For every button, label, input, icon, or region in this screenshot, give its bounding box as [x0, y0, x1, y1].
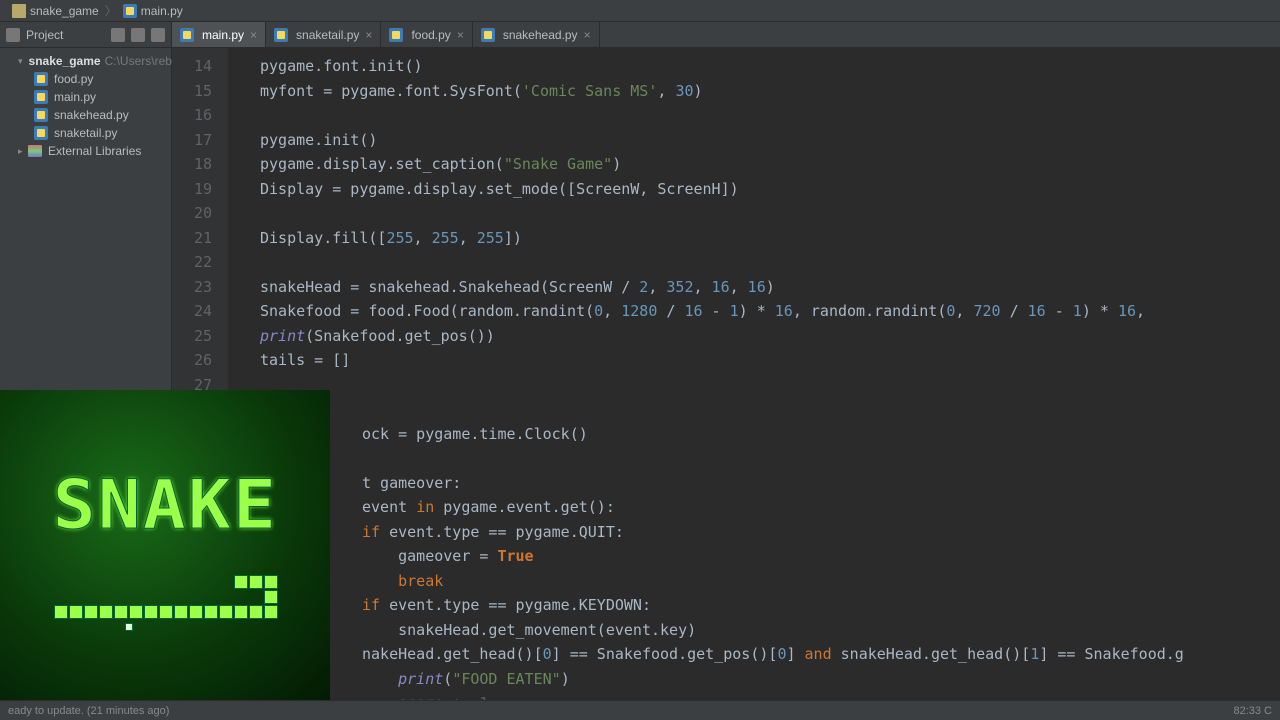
status-right: 82:33 C [1233, 705, 1272, 717]
snake-title: SNAKE [52, 466, 277, 545]
python-file-icon [274, 28, 288, 42]
tab-label: main.py [202, 28, 244, 42]
tree-external-label: External Libraries [48, 144, 141, 158]
project-tree[interactable]: ▾ snake_game C:\Users\rebba food.py main.… [0, 48, 171, 164]
breadcrumb-file[interactable]: main.py [119, 4, 187, 18]
editor-tab[interactable]: snaketail.py × [266, 22, 381, 47]
status-left: eady to update. (21 minutes ago) [8, 705, 169, 717]
hide-icon[interactable] [151, 28, 165, 42]
editor-tab[interactable]: food.py × [381, 22, 472, 47]
python-file-icon [34, 72, 48, 86]
sidebar-tool-label[interactable]: Project [26, 28, 63, 42]
code-content[interactable]: pygame.font.init()myfont = pygame.font.S… [228, 48, 1280, 700]
sidebar-toolbar: Project [0, 22, 171, 48]
editor-tab[interactable]: snakehead.py × [473, 22, 600, 47]
editor-tabs: main.py×snaketail.py×food.py×snakehead.p… [172, 22, 1280, 48]
tab-label: snakehead.py [503, 28, 578, 42]
breadcrumb-file-label: main.py [141, 4, 183, 18]
snake-game-overlay: SNAKE [0, 390, 330, 700]
tree-file[interactable]: snaketail.py [0, 124, 171, 142]
python-file-icon [389, 28, 403, 42]
tree-file[interactable]: main.py [0, 88, 171, 106]
breadcrumb-project[interactable]: snake_game [8, 4, 103, 18]
tab-label: snaketail.py [296, 28, 359, 42]
settings-icon[interactable] [131, 28, 145, 42]
tree-root[interactable]: ▾ snake_game C:\Users\rebba [0, 52, 171, 70]
tree-file-label: main.py [54, 90, 96, 104]
tree-file[interactable]: food.py [0, 70, 171, 88]
tree-file-label: snaketail.py [54, 126, 117, 140]
python-file-icon [34, 126, 48, 140]
code-editor[interactable]: 14 15 16 17 18 19 20 21 22 23 24 25 26 2… [172, 48, 1280, 700]
chevron-right-icon[interactable]: ▸ [18, 146, 28, 157]
collapse-icon[interactable] [111, 28, 125, 42]
editor-area: main.py×snaketail.py×food.py×snakehead.p… [172, 22, 1280, 700]
tree-root-label: snake_game [29, 54, 101, 68]
status-bar: eady to update. (21 minutes ago) 82:33 C [0, 700, 1280, 720]
snake-graphic [50, 575, 280, 625]
chevron-right-icon: 〉 [105, 2, 117, 19]
folder-icon [12, 4, 26, 18]
python-file-icon [123, 4, 137, 18]
tree-file[interactable]: snakehead.py [0, 106, 171, 124]
close-icon[interactable]: × [457, 28, 464, 42]
close-icon[interactable]: × [584, 28, 591, 42]
breadcrumb: snake_game 〉 main.py [0, 0, 1280, 22]
python-file-icon [34, 90, 48, 104]
tree-file-label: food.py [54, 72, 93, 86]
python-file-icon [180, 28, 194, 42]
chevron-down-icon[interactable]: ▾ [18, 56, 23, 67]
breadcrumb-project-label: snake_game [30, 4, 99, 18]
library-icon [28, 145, 42, 157]
tab-label: food.py [411, 28, 450, 42]
close-icon[interactable]: × [365, 28, 372, 42]
editor-tab[interactable]: main.py × [172, 22, 266, 47]
python-file-icon [34, 108, 48, 122]
project-view-icon[interactable] [6, 28, 20, 42]
python-file-icon [481, 28, 495, 42]
tree-file-label: snakehead.py [54, 108, 129, 122]
tree-external-libs[interactable]: ▸ External Libraries [0, 142, 171, 160]
close-icon[interactable]: × [250, 28, 257, 42]
